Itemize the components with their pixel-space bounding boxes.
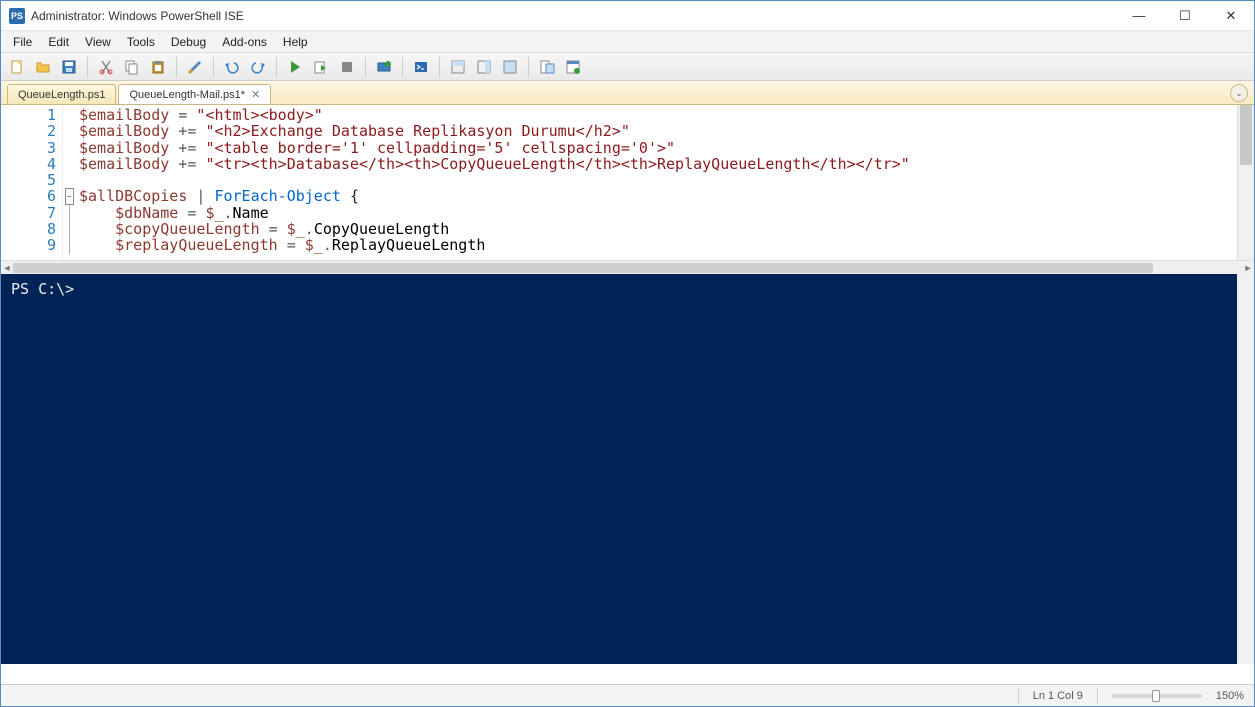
scroll-left-arrow[interactable]: ◄ [1, 261, 13, 275]
stop-button[interactable] [335, 55, 359, 79]
close-button[interactable]: ✕ [1208, 1, 1254, 31]
code-line[interactable] [79, 172, 1233, 188]
line-number: 6 [1, 188, 56, 204]
code-line[interactable]: $emailBody += "<h2>Exchange Database Rep… [79, 123, 1233, 139]
script-editor[interactable]: 123456789 − $emailBody = "<html><body>"$… [1, 105, 1254, 260]
line-number: 7 [1, 205, 56, 221]
toolbar-separator [213, 57, 214, 77]
code-line[interactable]: $copyQueueLength = $_.CopyQueueLength [79, 221, 1233, 237]
new-remote-button[interactable] [372, 55, 396, 79]
cursor-position: Ln 1 Col 9 [1033, 690, 1083, 702]
show-script-pane-max-button[interactable] [498, 55, 522, 79]
show-script-pane-right-button[interactable] [472, 55, 496, 79]
fold-guide [69, 237, 70, 253]
copy-button[interactable] [120, 55, 144, 79]
tab-queuelength-mail[interactable]: QueueLength-Mail.ps1* ✕ [118, 84, 271, 104]
line-number: 2 [1, 123, 56, 139]
show-script-pane-top-button[interactable] [446, 55, 470, 79]
menu-file[interactable]: File [5, 33, 40, 51]
app-icon: PS [9, 8, 25, 24]
redo-button[interactable] [246, 55, 270, 79]
line-number: 3 [1, 140, 56, 156]
paste-button[interactable] [146, 55, 170, 79]
save-button[interactable] [57, 55, 81, 79]
minimize-button[interactable]: — [1116, 1, 1162, 31]
run-button[interactable] [283, 55, 307, 79]
show-command-addon-button[interactable] [535, 55, 559, 79]
clear-button[interactable] [183, 55, 207, 79]
code-line[interactable]: $allDBCopies | ForEach-Object { [79, 188, 1233, 204]
zoom-slider-thumb[interactable] [1152, 690, 1160, 702]
status-divider [1097, 689, 1098, 703]
titlebar: PS Administrator: Windows PowerShell ISE… [1, 1, 1254, 31]
tab-queuelength[interactable]: QueueLength.ps1 [7, 84, 116, 104]
console-pane[interactable]: PS C:\> [1, 274, 1254, 664]
menu-view[interactable]: View [77, 33, 119, 51]
editor-horizontal-scrollbar[interactable]: ◄ ► [1, 260, 1254, 274]
toolbar [1, 53, 1254, 81]
toolbar-separator [87, 57, 88, 77]
run-selection-button[interactable] [309, 55, 333, 79]
gap [1, 664, 1254, 684]
editor-vertical-scrollbar[interactable] [1237, 105, 1254, 260]
show-command-window-button[interactable] [561, 55, 585, 79]
zoom-slider[interactable] [1112, 694, 1202, 698]
console-prompt: PS C:\> [11, 280, 74, 298]
tab-close-icon[interactable]: ✕ [251, 88, 260, 101]
open-button[interactable] [31, 55, 55, 79]
fold-guide [69, 221, 70, 237]
line-number: 4 [1, 156, 56, 172]
toolbar-separator [276, 57, 277, 77]
scrollbar-thumb[interactable] [1240, 105, 1252, 165]
line-number: 9 [1, 237, 56, 253]
menu-addons[interactable]: Add-ons [214, 33, 275, 51]
fold-column: − [63, 105, 75, 260]
code-line[interactable]: $emailBody += "<tr><th>Database</th><th>… [79, 156, 1233, 172]
script-pane-expand-button[interactable]: ⌄ [1230, 84, 1248, 102]
maximize-button[interactable]: ☐ [1162, 1, 1208, 31]
toolbar-separator [439, 57, 440, 77]
code-area[interactable]: $emailBody = "<html><body>"$emailBody +=… [75, 105, 1237, 260]
line-number: 1 [1, 107, 56, 123]
code-line[interactable]: $replayQueueLength = $_.ReplayQueueLengt… [79, 237, 1233, 253]
tab-label: QueueLength.ps1 [18, 89, 105, 101]
fold-toggle-icon[interactable]: − [65, 188, 74, 204]
code-line[interactable]: $dbName = $_.Name [79, 205, 1233, 221]
status-divider [1018, 689, 1019, 703]
toolbar-separator [528, 57, 529, 77]
toolbar-separator [365, 57, 366, 77]
menu-edit[interactable]: Edit [40, 33, 77, 51]
statusbar: Ln 1 Col 9 150% [1, 684, 1254, 706]
menubar: File Edit View Tools Debug Add-ons Help [1, 31, 1254, 53]
menu-help[interactable]: Help [275, 33, 316, 51]
line-number: 5 [1, 172, 56, 188]
menu-tools[interactable]: Tools [119, 33, 163, 51]
powershell-tab-button[interactable] [409, 55, 433, 79]
line-number: 8 [1, 221, 56, 237]
window-title: Administrator: Windows PowerShell ISE [31, 9, 244, 23]
undo-button[interactable] [220, 55, 244, 79]
toolbar-separator [402, 57, 403, 77]
scroll-right-arrow[interactable]: ► [1242, 261, 1254, 275]
scrollbar-thumb[interactable] [13, 263, 1153, 273]
tab-label: QueueLength-Mail.ps1* [129, 89, 245, 101]
menu-debug[interactable]: Debug [163, 33, 214, 51]
new-button[interactable] [5, 55, 29, 79]
console-vertical-scrollbar[interactable] [1237, 274, 1254, 664]
tabstrip: QueueLength.ps1 QueueLength-Mail.ps1* ✕ … [1, 81, 1254, 105]
code-line[interactable]: $emailBody += "<table border='1' cellpad… [79, 140, 1233, 156]
code-line[interactable]: $emailBody = "<html><body>" [79, 107, 1233, 123]
cut-button[interactable] [94, 55, 118, 79]
fold-guide [69, 205, 70, 221]
window-controls: — ☐ ✕ [1116, 1, 1254, 31]
zoom-level: 150% [1216, 690, 1244, 702]
toolbar-separator [176, 57, 177, 77]
line-number-gutter: 123456789 [1, 105, 63, 260]
